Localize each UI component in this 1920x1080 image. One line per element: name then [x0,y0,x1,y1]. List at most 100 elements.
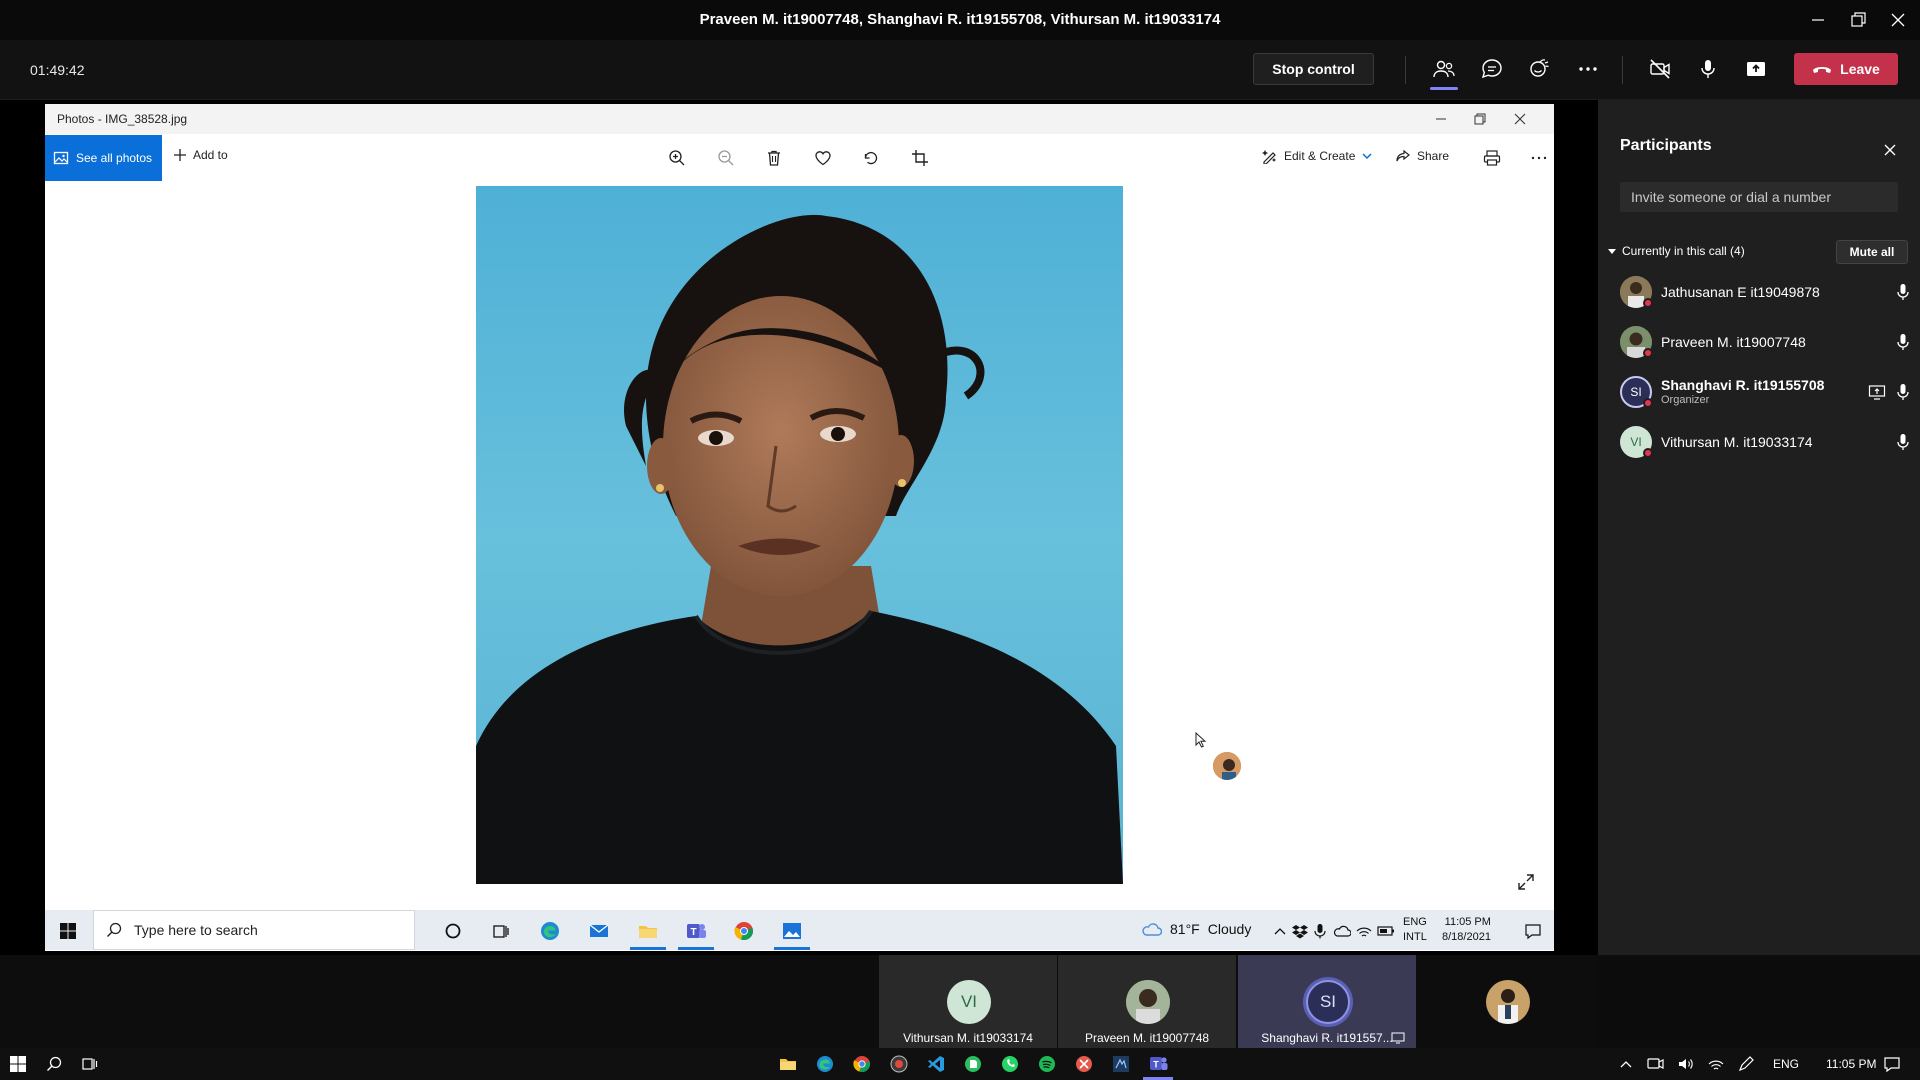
photos-title-bar: Photos - IMG_38528.jpg [45,104,1554,134]
plus-icon [173,148,187,162]
azure-studio-icon[interactable] [1110,1053,1132,1075]
vscode-icon[interactable] [925,1053,947,1075]
chrome-icon[interactable] [851,1053,873,1075]
crop-icon[interactable] [910,148,930,168]
restore-icon[interactable] [1471,110,1489,128]
teams-icon[interactable]: T [683,918,709,944]
invite-input[interactable] [1620,182,1898,212]
close-icon[interactable] [1511,110,1529,128]
tile-name: Vithursan M. it19033174 [903,1031,1033,1045]
taskbar-clock[interactable]: 11:05 PM 8/18/2021 [1442,915,1491,945]
edge-icon[interactable] [814,1053,836,1075]
photos-window: Photos - IMG_38528.jpg See all photos Ad… [45,104,1554,951]
weather-widget[interactable]: 81°F Cloudy [1140,921,1251,937]
microphone-icon[interactable] [1894,333,1912,351]
video-tile[interactable]: Praveen M. it19007748 [1058,955,1236,1048]
weather-condition: Cloudy [1207,921,1252,937]
taskbar-clock[interactable]: 11:05 PM [1826,1057,1876,1071]
people-icon[interactable] [1430,55,1458,83]
spotify-icon[interactable] [1036,1053,1058,1075]
more-icon[interactable] [1529,148,1549,168]
teams-icon[interactable]: T [1147,1053,1169,1075]
close-icon[interactable] [1880,140,1900,160]
language-indicator[interactable]: ENG INTL [1403,915,1427,945]
chevron-up-icon[interactable] [1615,1053,1637,1075]
avatar-initials: SI [1319,992,1337,1011]
microphone-icon[interactable] [1894,383,1912,401]
chevron-down-icon [1361,150,1373,162]
add-to-button[interactable]: Add to [173,148,228,162]
snip-app-icon[interactable] [1073,1053,1095,1075]
delete-icon[interactable] [764,148,784,168]
mute-all-button[interactable]: Mute all [1836,240,1908,264]
close-icon[interactable] [1888,10,1908,30]
participants-title: Participants [1620,137,1712,154]
toolbar-divider [1405,56,1406,84]
language-code: ENG [1403,916,1427,928]
microphone-icon[interactable] [1894,283,1912,301]
battery-icon[interactable] [1373,918,1399,944]
minimize-icon[interactable] [1808,10,1828,30]
share-tray-icon[interactable] [1742,55,1770,83]
see-all-photos-button[interactable]: See all photos [45,135,162,181]
taskbar-search-box[interactable]: Type here to search [93,910,415,950]
participant-row[interactable]: SI Shanghavi R. it19155708 Organizer [1620,372,1910,412]
search-icon[interactable] [43,1053,65,1075]
windows-start-icon[interactable] [55,918,81,944]
participant-row[interactable]: VI Vithursan M. it19033174 [1620,422,1910,462]
language-indicator[interactable]: ENG [1773,1057,1799,1071]
participant-row[interactable]: Jathusanan E it19049878 [1620,272,1910,312]
status-indicator [1643,448,1653,458]
evernote-icon[interactable] [962,1053,984,1075]
add-to-label: Add to [193,148,228,162]
participant-name: Jathusanan E it19049878 [1661,284,1820,300]
task-view-icon[interactable] [488,918,514,944]
share-button[interactable]: Share [1395,148,1449,164]
favorite-icon[interactable] [813,148,833,168]
meet-now-icon[interactable] [1645,1053,1667,1075]
self-view-avatar[interactable] [1486,980,1530,1024]
in-call-count-label: Currently in this call (4) [1622,244,1745,258]
reactions-icon[interactable] [1526,55,1554,83]
video-tile[interactable]: SI Shanghavi R. it191557... [1238,955,1416,1048]
photos-app-icon[interactable] [779,918,805,944]
record-app-icon[interactable] [888,1053,910,1075]
fullscreen-icon[interactable] [1516,872,1536,892]
avatar: VI [947,980,991,1024]
microphone-icon[interactable] [1894,433,1912,451]
notifications-icon[interactable] [1881,1053,1903,1075]
zoom-out-icon[interactable] [716,148,736,168]
print-icon[interactable] [1482,148,1502,168]
windows-start-icon[interactable] [7,1053,29,1075]
file-explorer-icon[interactable] [777,1053,799,1075]
whatsapp-icon[interactable] [999,1053,1021,1075]
pen-icon[interactable] [1735,1053,1757,1075]
participant-name: Vithursan M. it19033174 [1661,434,1813,450]
stop-control-button[interactable]: Stop control [1253,53,1374,85]
chrome-icon[interactable] [731,918,757,944]
participant-row[interactable]: Praveen M. it19007748 [1620,322,1910,362]
cortana-icon[interactable] [440,918,466,944]
wifi-icon[interactable] [1705,1053,1727,1075]
clock-date: 8/18/2021 [1442,931,1491,943]
edit-create-button[interactable]: Edit & Create [1262,148,1373,164]
in-call-section-header[interactable]: Currently in this call (4) [1608,244,1745,258]
notifications-icon[interactable] [1520,918,1546,944]
active-app-indicator [774,947,810,950]
zoom-in-icon[interactable] [667,148,687,168]
task-view-icon[interactable] [79,1053,101,1075]
minimize-icon[interactable] [1432,110,1450,128]
mail-icon[interactable] [586,918,612,944]
chat-icon[interactable] [1478,55,1506,83]
microphone-icon[interactable] [1694,55,1722,83]
edge-icon[interactable] [537,918,563,944]
more-icon[interactable] [1574,55,1602,83]
leave-button[interactable]: Leave [1794,53,1898,85]
speaker-icon[interactable] [1675,1053,1697,1075]
file-explorer-icon[interactable] [635,918,661,944]
restore-icon[interactable] [1848,10,1868,30]
camera-off-icon[interactable] [1646,55,1674,83]
rotate-icon[interactable] [861,148,881,168]
video-tile[interactable]: VI Vithursan M. it19033174 [879,955,1057,1048]
avatar: SI [1306,980,1350,1024]
